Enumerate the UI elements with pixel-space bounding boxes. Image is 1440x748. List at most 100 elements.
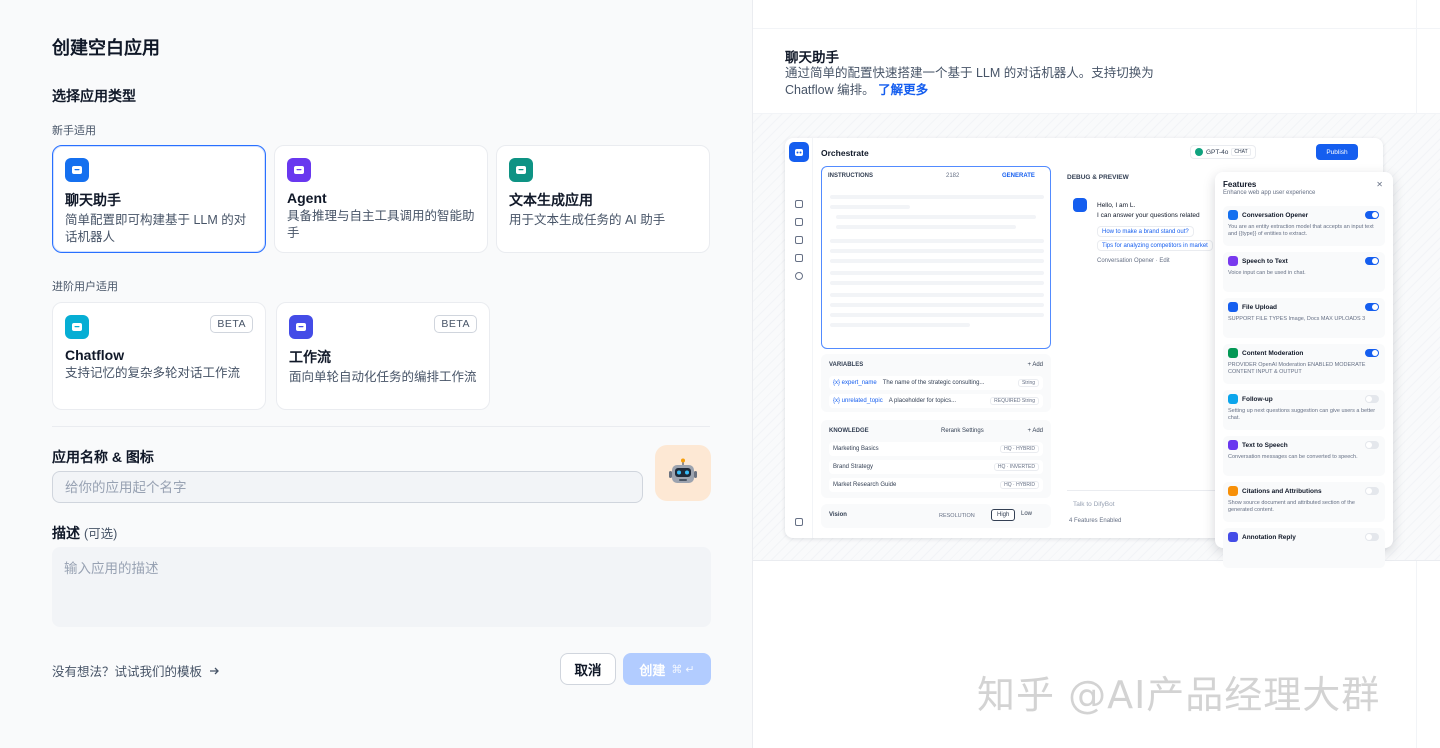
description-label-text: 描述 (52, 525, 80, 541)
feature-desc: You are an entity extraction model that … (1228, 224, 1374, 237)
app-name-input[interactable] (52, 471, 643, 503)
create-button[interactable]: 创建 ⌘ ↵ (623, 653, 711, 685)
app-type-desc: 面向单轮自动化任务的编排工作流 (289, 370, 477, 384)
feature-toggle (1365, 349, 1379, 357)
bot-greeting: Hello, I am L. I can answer your questio… (1097, 201, 1200, 221)
preview-sidebar (785, 138, 813, 538)
variable-row: {x} expert_name The name of the strategic… (829, 376, 1043, 390)
variable-row: {x} unrelated_topic A placeholder for top… (829, 394, 1043, 408)
feature-icon (1228, 210, 1238, 220)
rerank-settings: Rerank Settings (941, 428, 984, 434)
app-type-desc: 支持记忆的复杂多轮对话工作流 (65, 366, 241, 380)
feature-toggle (1365, 257, 1379, 265)
advanced-group-label: 进阶用户适用 (52, 281, 118, 293)
text-line (830, 313, 1044, 317)
variable-desc: A placeholder for topics... (888, 398, 957, 404)
arrow-right-icon (210, 667, 219, 674)
feature-desc: SUPPORT FILE TYPES Image, Docs MAX UPLOA… (1228, 316, 1366, 322)
template-link[interactable]: 没有想法？试试我们的模板 (52, 661, 220, 680)
feature-icon (1228, 440, 1238, 450)
publish-button: Publish (1316, 144, 1358, 160)
knowledge-row: Brand Strategy HQ · INVERTED (829, 460, 1043, 474)
app-icon-picker[interactable] (655, 445, 711, 501)
greeting-line: Hello, I am L. (1097, 202, 1136, 209)
knowledge-tag: HQ · INVERTED (993, 463, 1039, 471)
feature-desc: Setting up next questions suggestion can… (1228, 408, 1376, 421)
debug-preview-label: DEBUG & PREVIEW (1067, 174, 1129, 181)
model-name: GPT-4o (1206, 148, 1229, 156)
top-rule (753, 28, 1440, 29)
feature-desc: Voice input can be used in chat. (1228, 270, 1306, 276)
close-icon: ✕ (1376, 180, 1383, 189)
feature-item: Content Moderation PROVIDER OpenAI Moder… (1223, 344, 1385, 384)
feature-name: Citations and Attributions (1242, 487, 1322, 495)
text-line (830, 303, 1044, 307)
feature-desc: Conversation messages can be converted t… (1228, 454, 1358, 460)
feature-toggle (1365, 487, 1379, 495)
bot-logo-icon (789, 142, 809, 162)
app-type-name: Agent (287, 190, 327, 206)
knowledge-row: Market Research Guide HQ · HYBRID (829, 478, 1043, 492)
instructions-panel: INSTRUCTIONS 2182 GENERATE (821, 166, 1051, 349)
resolution-low: Low (1021, 511, 1033, 517)
variable-desc: The name of the strategic consulting... (882, 380, 985, 386)
robot-icon (669, 458, 697, 483)
feature-name: Annotation Reply (1242, 533, 1296, 541)
collapse-icon (795, 518, 803, 526)
watermark: 知乎 @AI产品经理大群 (977, 673, 1381, 717)
text-generation-icon (509, 158, 533, 182)
generate-button: GENERATE (1002, 173, 1035, 179)
feature-icon (1228, 532, 1238, 542)
beta-badge: BETA (434, 315, 477, 333)
feature-item: Text to Speech Conversation messages can… (1223, 436, 1385, 476)
description-input[interactable] (52, 547, 711, 627)
knowledge-tag: HQ · HYBRID (1000, 481, 1039, 489)
feature-name: Speech to Text (1242, 257, 1288, 265)
api-nav-icon (795, 272, 803, 280)
text-line (830, 205, 910, 209)
text-line (830, 249, 1044, 253)
knowledge-name: Market Research Guide (833, 482, 897, 488)
app-type-name: 文本生成应用 (509, 192, 593, 208)
cancel-button[interactable]: 取消 (560, 653, 616, 685)
text-line (830, 281, 1044, 285)
learn-more-link[interactable]: 了解更多 (878, 83, 928, 97)
app-type-card[interactable]: 文本生成应用 用于文本生成任务的 AI 助手 (496, 145, 710, 253)
app-type-name: 工作流 (289, 349, 331, 365)
feature-icon (1228, 348, 1238, 358)
feature-toggle (1365, 441, 1379, 449)
resolution-label: RESOLUTION (939, 513, 975, 519)
add-knowledge: + Add (1027, 428, 1043, 434)
app-type-desc: 具备推理与自主工具调用的智能助手 (287, 209, 475, 240)
orchestrate-nav-icon (795, 200, 803, 208)
feature-toggle (1365, 303, 1379, 311)
greeting-line: I can answer your questions related (1097, 212, 1200, 219)
app-type-card[interactable]: 聊天助手 简单配置即可构建基于 LLM 的对话机器人 (52, 145, 266, 253)
feature-icon (1228, 302, 1238, 312)
monitor-nav-icon (795, 254, 803, 262)
instructions-count: 2182 (946, 173, 960, 179)
feature-desc: PROVIDER OpenAI Moderation ENABLED MODER… (1228, 362, 1366, 375)
variables-panel: VARIABLES + Add {x} expert_name The name … (821, 354, 1051, 412)
variable-key: {x} expert_name (833, 380, 877, 386)
feature-name: Content Moderation (1242, 349, 1304, 357)
annotations-nav-icon (795, 236, 803, 244)
preview-description-text: 通过简单的配置快速搭建一个基于 LLM 的对话机器人。支持切换为 Chatflo… (785, 66, 1154, 97)
feature-item: Follow-up Setting up next questions sugg… (1223, 390, 1385, 430)
text-line (830, 259, 1044, 263)
feature-name: File Upload (1242, 303, 1278, 311)
app-type-card[interactable]: BETA Chatflow 支持记忆的复杂多轮对话工作流 (52, 302, 266, 410)
logs-nav-icon (795, 218, 803, 226)
app-type-card[interactable]: BETA 工作流 面向单轮自动化任务的编排工作流 (276, 302, 490, 410)
create-app-panel: 创建空白应用 选择应用类型 新手适用 聊天助手 简单配置即可构建基于 LLM 的… (0, 0, 752, 748)
chatflow-icon (65, 315, 89, 339)
text-line (836, 225, 1016, 229)
features-enabled: 4 Features Enabled (1069, 518, 1122, 524)
bot-avatar-icon (1073, 198, 1087, 212)
create-shortcut: ⌘ ↵ (671, 663, 695, 676)
instructions-label: INSTRUCTIONS (828, 173, 873, 179)
app-type-card[interactable]: Agent 具备推理与自主工具调用的智能助手 (274, 145, 488, 253)
app-type-section-title: 选择应用类型 (52, 88, 136, 104)
feature-item: File Upload SUPPORT FILE TYPES Image, Do… (1223, 298, 1385, 338)
variables-label: VARIABLES (829, 362, 864, 368)
